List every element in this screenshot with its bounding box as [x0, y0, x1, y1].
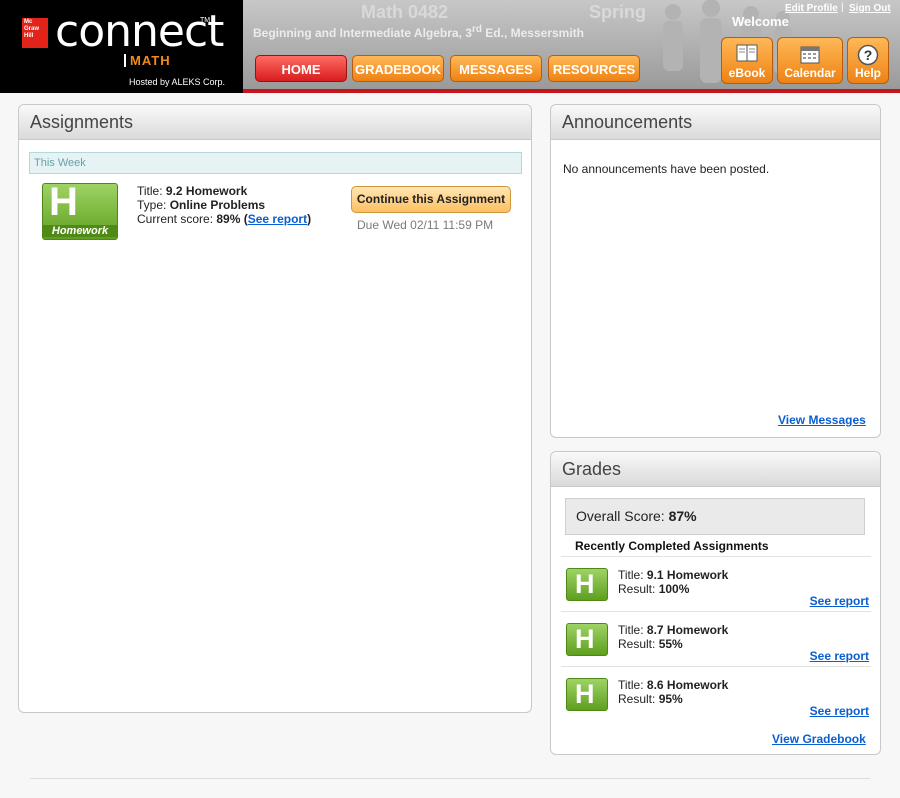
grade-title: Title: 9.1 Homework: [618, 568, 728, 582]
grade-result: Result: 95%: [618, 692, 683, 706]
assignments-panel: Assignments This Week H Homework Title: …: [18, 104, 532, 713]
result-label: Result:: [618, 637, 659, 651]
title-label: Title:: [618, 623, 647, 637]
view-messages-link[interactable]: View Messages: [778, 413, 866, 427]
publisher-line: Hill: [24, 33, 34, 39]
announcements-empty-text: No announcements have been posted.: [563, 162, 770, 176]
see-report-link[interactable]: See report: [810, 594, 869, 608]
homework-letter: H: [575, 569, 595, 599]
report-paren-close: ): [307, 212, 312, 226]
homework-icon: H: [566, 623, 608, 656]
result-value: 100%: [658, 582, 690, 596]
trademark-mark: TM: [200, 17, 211, 24]
grade-row: H Title: 9.1 Homework Result: 100% See r…: [561, 556, 871, 611]
ebook-button[interactable]: eBook: [721, 37, 773, 84]
publisher-line: Graw: [24, 26, 40, 32]
svg-text:?: ?: [864, 47, 873, 63]
grade-title: Title: 8.7 Homework: [618, 623, 728, 637]
book-icon: [736, 44, 758, 62]
grade-result: Result: 55%: [618, 637, 683, 651]
see-report-link[interactable]: See report: [810, 649, 869, 663]
app-header: Mc Graw Hill connect TM MATH Hosted by A…: [0, 0, 900, 93]
grade-result: Result: 100%: [618, 582, 689, 596]
overall-score-value: 87%: [668, 508, 697, 524]
see-report-link[interactable]: See report: [248, 212, 307, 226]
calendar-label: Calendar: [784, 66, 836, 80]
homework-icon: H: [566, 678, 608, 711]
homework-letter: H: [575, 679, 595, 709]
assignment-score: Current score: 89% (See report): [137, 212, 311, 226]
textbook-title: Beginning and Intermediate Algebra, 3: [253, 26, 472, 40]
tab-home[interactable]: HOME: [255, 55, 347, 82]
header-divider: [243, 89, 900, 93]
report-paren-open: (: [240, 212, 248, 226]
tab-gradebook[interactable]: GRADEBOOK: [352, 55, 444, 82]
assignment-type: Type: Online Problems: [137, 198, 265, 212]
publisher-line: Mc: [24, 19, 33, 25]
course-textbook: Beginning and Intermediate Algebra, 3rd …: [253, 24, 584, 40]
homework-icon: H: [566, 568, 608, 601]
announcements-heading: Announcements: [551, 105, 880, 140]
link-separator: |: [841, 2, 844, 13]
ebook-label: eBook: [728, 66, 766, 80]
calendar-icon: [800, 46, 820, 64]
title-value: 9.1 Homework: [646, 568, 729, 582]
help-icon: ?: [857, 44, 879, 66]
overall-score-label: Overall Score:: [576, 508, 669, 524]
grades-panel: Grades Overall Score: 87% Recently Compl…: [550, 451, 881, 755]
result-label: Result:: [618, 582, 659, 596]
product-name: MATH: [124, 54, 171, 67]
grade-title: Title: 8.6 Homework: [618, 678, 728, 692]
view-gradebook-link[interactable]: View Gradebook: [772, 732, 866, 746]
calendar-button[interactable]: Calendar: [777, 37, 843, 84]
title-value: 8.7 Homework: [646, 623, 729, 637]
assignments-heading: Assignments: [19, 105, 531, 140]
homework-letter: H: [575, 624, 595, 654]
grades-heading: Grades: [551, 452, 880, 487]
course-title: Math 0482: [361, 2, 449, 22]
title-label: Title:: [618, 568, 647, 582]
homework-icon: H Homework: [42, 180, 118, 240]
edition-ordinal: rd: [471, 24, 482, 35]
hosted-by-text: Hosted by ALEKS Corp.: [129, 77, 226, 87]
grade-row: H Title: 8.6 Homework Result: 95% See re…: [561, 666, 871, 721]
title-value: 9.2 Homework: [165, 184, 248, 198]
help-button[interactable]: ? Help: [847, 37, 889, 84]
result-value: 95%: [658, 692, 683, 706]
sign-out-link[interactable]: Sign Out: [849, 3, 891, 14]
see-report-link[interactable]: See report: [810, 704, 869, 718]
textbook-author: Ed., Messersmith: [481, 26, 584, 40]
type-label: Type:: [137, 198, 170, 212]
grade-row: H Title: 8.7 Homework Result: 55% See re…: [561, 611, 871, 666]
welcome-text: Welcome: [732, 14, 789, 29]
this-week-header: This Week: [29, 152, 522, 174]
due-date: Due Wed 02/11 11:59 PM: [357, 218, 494, 232]
result-label: Result:: [618, 692, 659, 706]
continue-assignment-button[interactable]: Continue this Assignment: [351, 186, 511, 213]
help-label: Help: [854, 66, 881, 80]
homework-icon-label: Homework: [43, 225, 117, 237]
result-value: 55%: [658, 637, 683, 651]
tab-resources[interactable]: RESOURCES: [548, 55, 640, 82]
mcgraw-hill-logo: Mc Graw Hill: [22, 18, 48, 48]
score-label: Current score:: [137, 212, 217, 226]
score-value: 89%: [216, 212, 241, 226]
connect-logo: connect: [55, 6, 224, 57]
announcements-panel: Announcements No announcements have been…: [550, 104, 881, 438]
edit-profile-link[interactable]: Edit Profile: [785, 3, 838, 14]
recent-assignments-title: Recently Completed Assignments: [575, 539, 769, 553]
title-label: Title:: [618, 678, 647, 692]
logo-area: Mc Graw Hill connect TM MATH Hosted by A…: [0, 0, 243, 93]
course-term: Spring: [589, 2, 646, 22]
overall-score: Overall Score: 87%: [565, 498, 865, 535]
footer-divider: [30, 778, 870, 779]
assignment-title: Title: 9.2 Homework: [137, 184, 247, 198]
homework-letter: H: [49, 180, 78, 224]
tab-messages[interactable]: MESSAGES: [450, 55, 542, 82]
title-value: 8.6 Homework: [646, 678, 729, 692]
title-label: Title:: [137, 184, 166, 198]
type-value: Online Problems: [169, 198, 266, 212]
